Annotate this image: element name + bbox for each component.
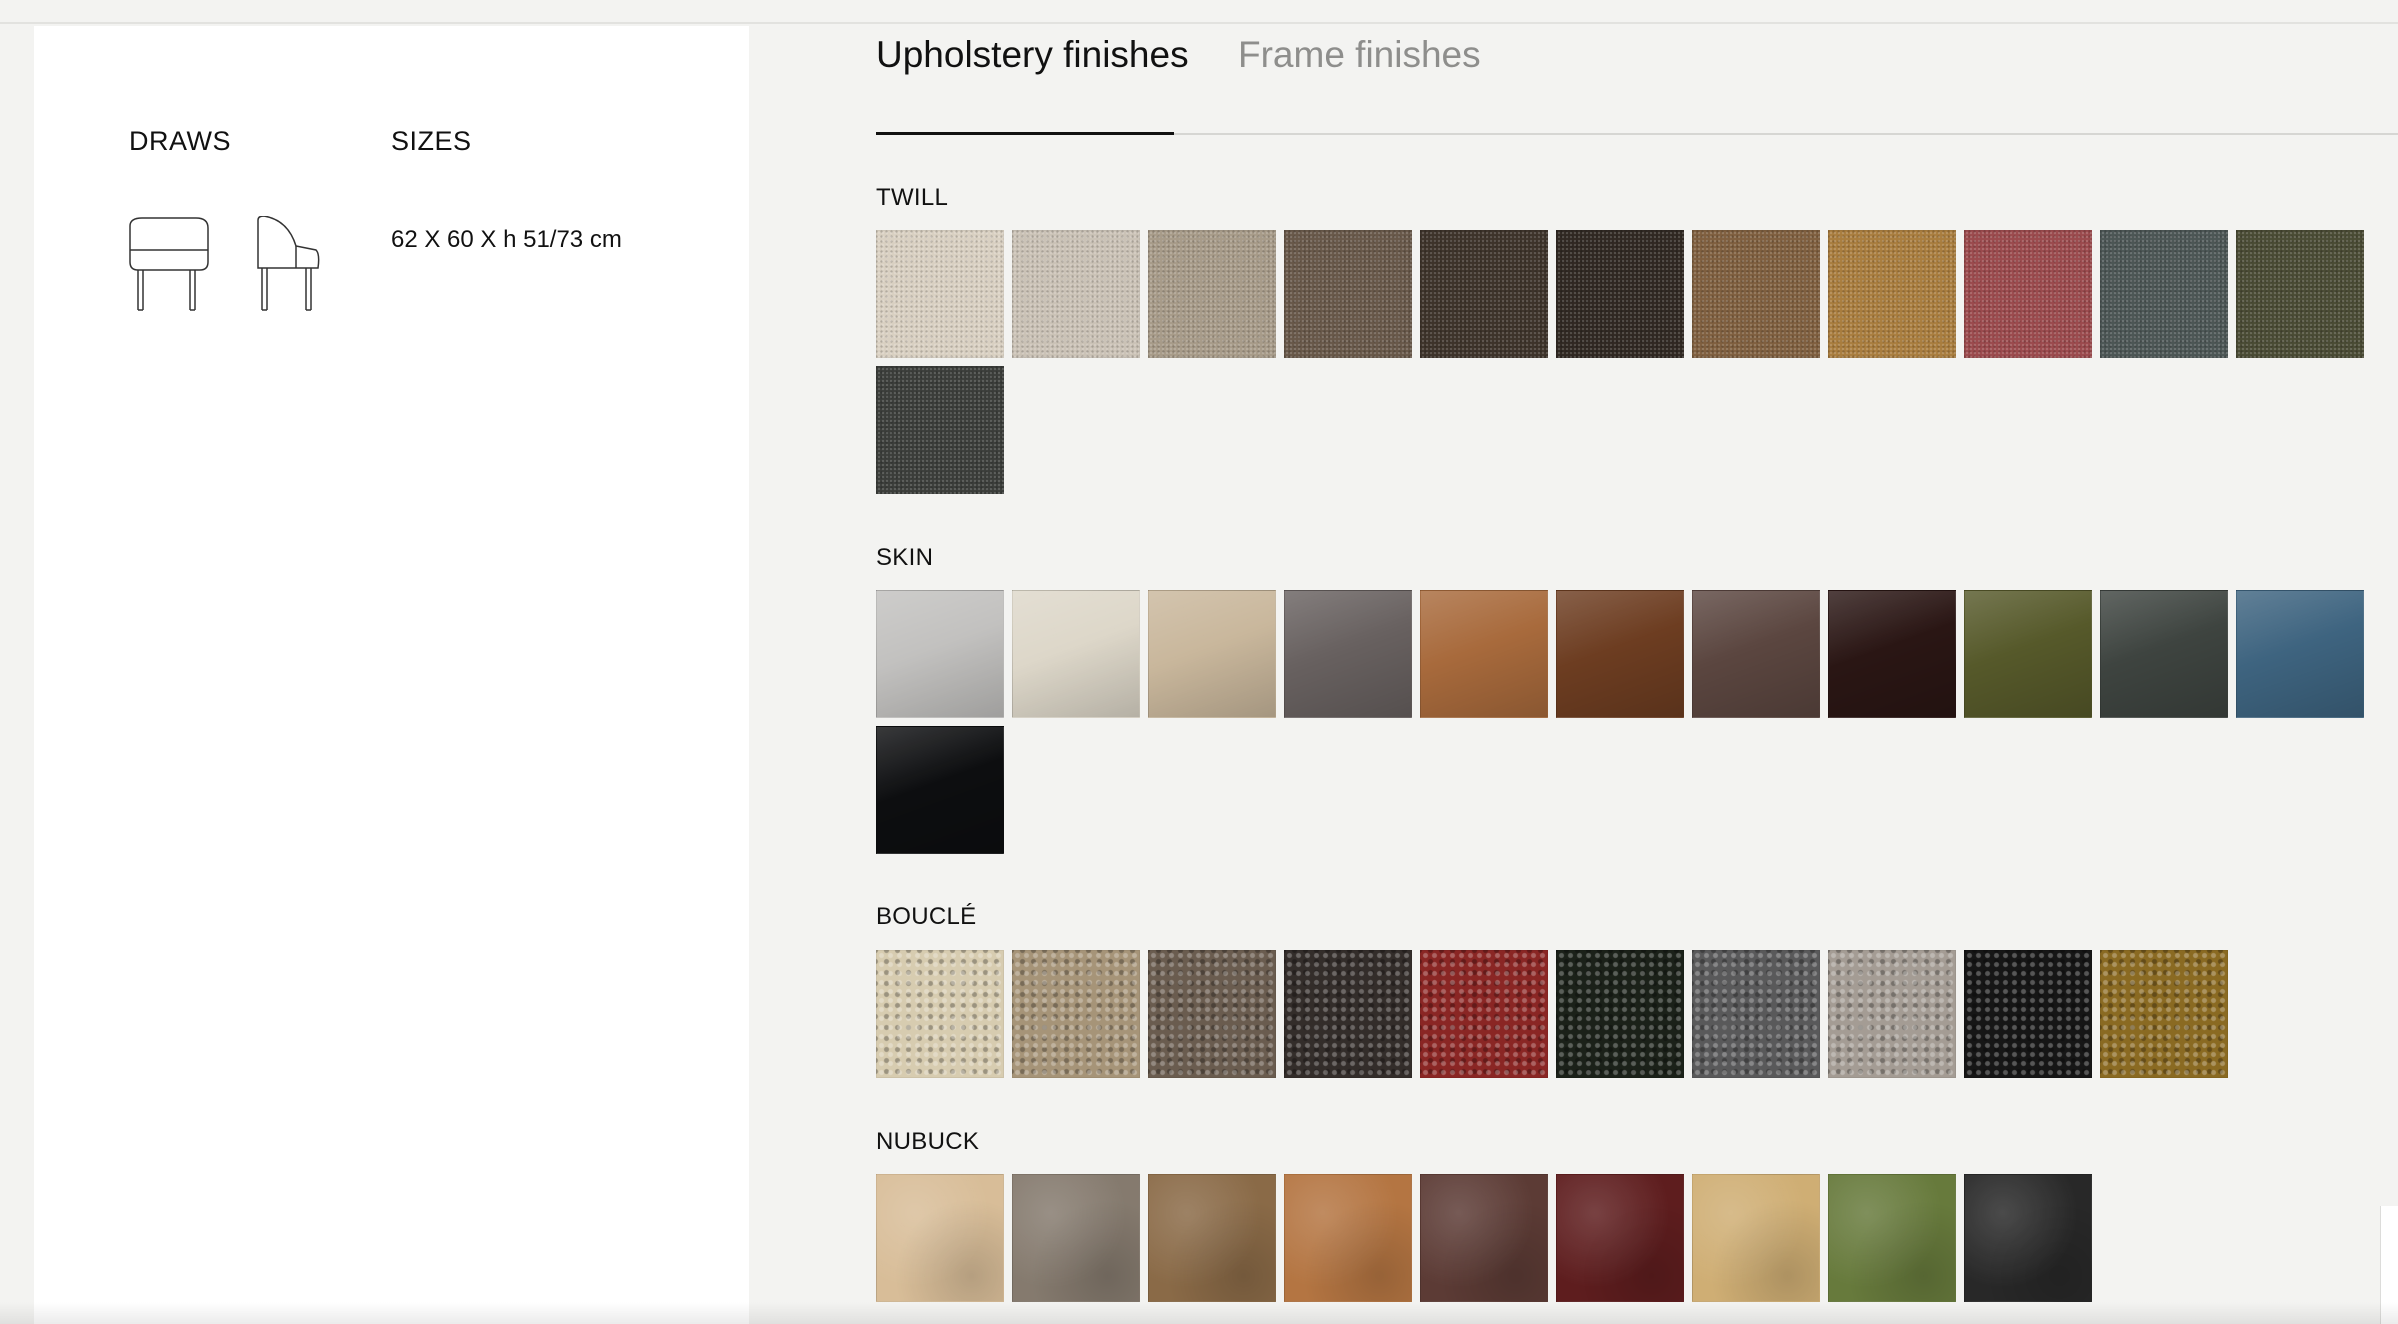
swatch-nubuck-5[interactable] — [1420, 1174, 1548, 1302]
swatch-skin-7[interactable] — [1692, 590, 1820, 718]
swatch-nubuck-6[interactable] — [1556, 1174, 1684, 1302]
sizes-value: 62 X 60 X h 51/73 cm — [391, 226, 622, 253]
swatch-skin-1[interactable] — [876, 590, 1004, 718]
swatch-skin-3[interactable] — [1148, 590, 1276, 718]
swatch-twill-10[interactable] — [2100, 230, 2228, 358]
swatch-twill-4[interactable] — [1284, 230, 1412, 358]
swatch-skin-8[interactable] — [1828, 590, 1956, 718]
swatch-boucle-10[interactable] — [2100, 950, 2228, 1078]
swatch-nubuck-8[interactable] — [1828, 1174, 1956, 1302]
swatch-twill-9[interactable] — [1964, 230, 2092, 358]
section-title-skin: SKIN — [876, 544, 934, 571]
section-title-nubuck: NUBUCK — [876, 1128, 980, 1155]
swatch-grid-skin — [876, 590, 2366, 854]
active-tab-indicator — [876, 132, 1174, 135]
swatch-skin-5[interactable] — [1420, 590, 1548, 718]
swatch-grid-boucle — [876, 950, 2366, 1078]
finishes-tabs: Upholstery finishes Frame finishes — [876, 0, 2398, 135]
swatch-boucle-8[interactable] — [1828, 950, 1956, 1078]
swatch-boucle-9[interactable] — [1964, 950, 2092, 1078]
swatch-twill-12[interactable] — [876, 366, 1004, 494]
swatch-skin-2[interactable] — [1012, 590, 1140, 718]
chair-front-drawing — [129, 217, 209, 311]
swatch-twill-6[interactable] — [1556, 230, 1684, 358]
swatch-nubuck-4[interactable] — [1284, 1174, 1412, 1302]
swatch-nubuck-2[interactable] — [1012, 1174, 1140, 1302]
sizes-heading: SIZES — [391, 126, 472, 156]
draws-heading: DRAWS — [129, 126, 231, 156]
chair-side-drawing — [257, 216, 320, 311]
tab-frame-finishes[interactable]: Frame finishes — [1238, 34, 1481, 76]
swatch-grid-nubuck — [876, 1174, 2366, 1302]
swatch-boucle-5[interactable] — [1420, 950, 1548, 1078]
swatch-twill-11[interactable] — [2236, 230, 2364, 358]
swatch-nubuck-1[interactable] — [876, 1174, 1004, 1302]
swatch-nubuck-7[interactable] — [1692, 1174, 1820, 1302]
swatch-skin-11[interactable] — [2236, 590, 2364, 718]
swatch-boucle-4[interactable] — [1284, 950, 1412, 1078]
swatch-boucle-1[interactable] — [876, 950, 1004, 1078]
swatch-twill-3[interactable] — [1148, 230, 1276, 358]
tab-upholstery-finishes[interactable]: Upholstery finishes — [876, 34, 1189, 76]
swatch-twill-2[interactable] — [1012, 230, 1140, 358]
swatch-skin-10[interactable] — [2100, 590, 2228, 718]
swatch-boucle-2[interactable] — [1012, 950, 1140, 1078]
swatch-boucle-6[interactable] — [1556, 950, 1684, 1078]
swatch-skin-9[interactable] — [1964, 590, 2092, 718]
swatch-skin-4[interactable] — [1284, 590, 1412, 718]
swatch-twill-5[interactable] — [1420, 230, 1548, 358]
section-title-boucle: BOUCLÉ — [876, 903, 977, 930]
swatch-twill-7[interactable] — [1692, 230, 1820, 358]
info-panel: DRAWS SIZES 62 X 60 X h 51/73 cm — [34, 26, 749, 1324]
side-widget[interactable] — [2380, 1206, 2398, 1324]
swatch-skin-12[interactable] — [876, 726, 1004, 854]
swatch-skin-6[interactable] — [1556, 590, 1684, 718]
swatch-twill-1[interactable] — [876, 230, 1004, 358]
swatch-twill-8[interactable] — [1828, 230, 1956, 358]
swatch-nubuck-3[interactable] — [1148, 1174, 1276, 1302]
section-title-twill: TWILL — [876, 184, 949, 211]
swatch-boucle-3[interactable] — [1148, 950, 1276, 1078]
swatch-boucle-7[interactable] — [1692, 950, 1820, 1078]
swatch-grid-twill — [876, 230, 2366, 494]
swatch-nubuck-9[interactable] — [1964, 1174, 2092, 1302]
